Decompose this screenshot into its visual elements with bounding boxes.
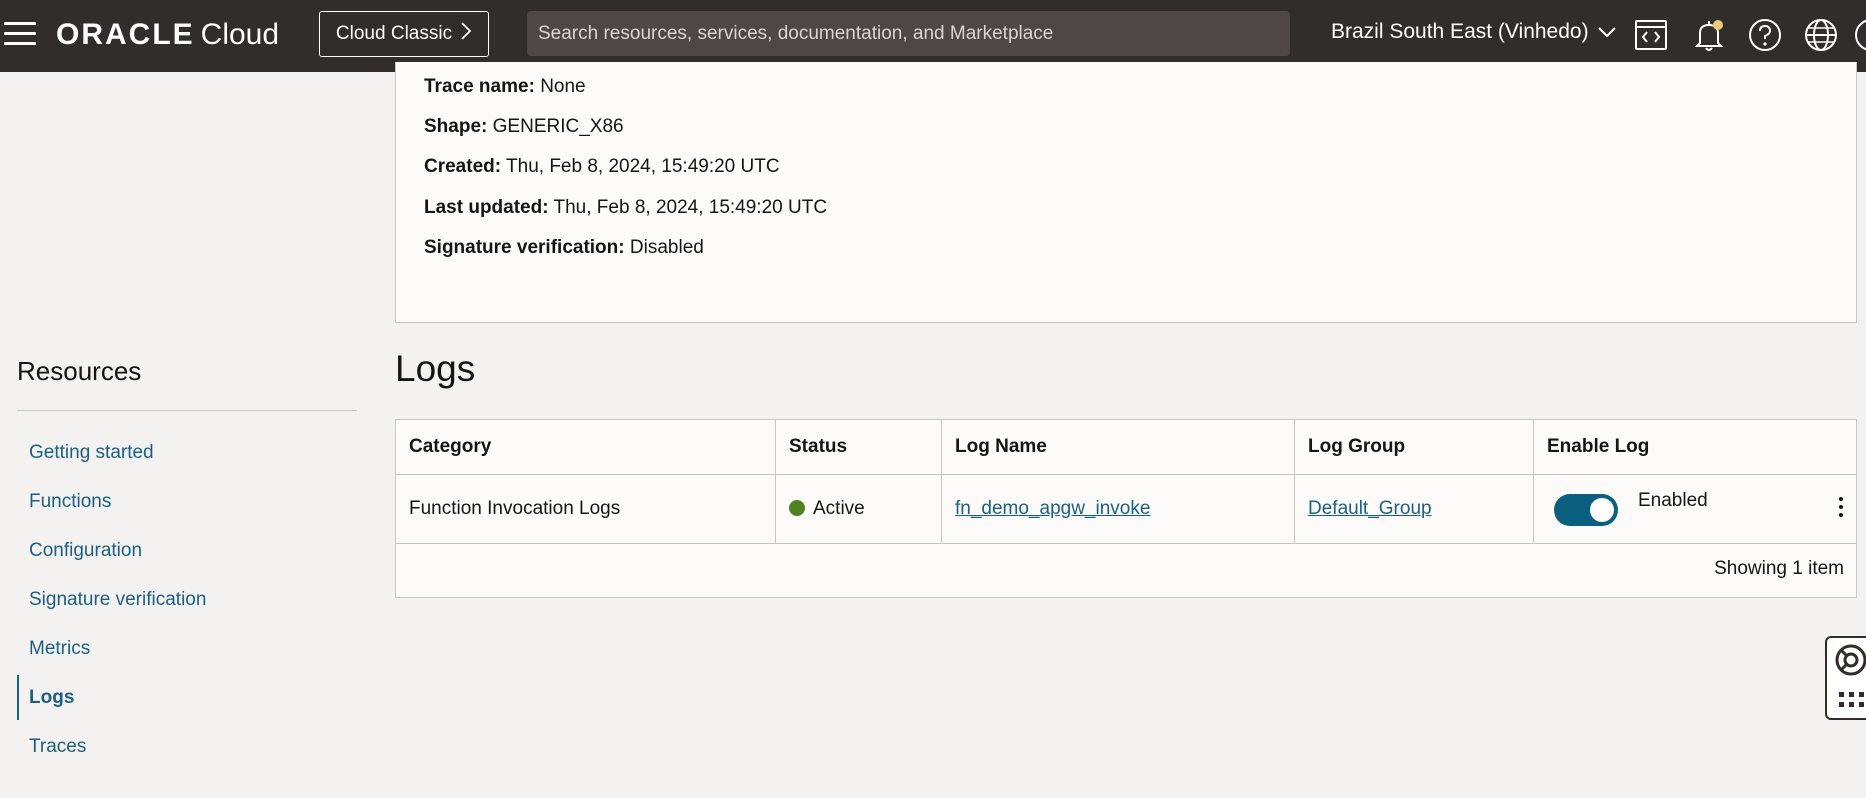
cell-status: Active — [776, 475, 942, 543]
detail-label: Trace name: — [424, 76, 535, 97]
detail-label: Signature verification: — [424, 237, 625, 258]
cloud-classic-button[interactable]: Cloud Classic — [319, 11, 489, 57]
enable-log-label: Enabled — [1638, 490, 1708, 511]
resources-heading: Resources — [17, 356, 142, 386]
log-name-link[interactable]: fn_demo_apgw_invoke — [955, 498, 1150, 519]
oracle-cloud-logo[interactable]: ORACLE Cloud — [56, 18, 279, 52]
detail-value: Disabled — [629, 237, 704, 258]
cell-enable-log: Enabled — [1534, 475, 1856, 543]
column-header-enable-log: Enable Log — [1547, 436, 1650, 457]
bell-icon[interactable] — [1690, 16, 1728, 54]
help-icon[interactable] — [1746, 16, 1784, 54]
table-item-count: Showing 1 item — [1714, 558, 1844, 579]
chevron-right-icon — [460, 21, 472, 47]
region-selector[interactable]: Brazil South East (Vinhedo) — [1331, 20, 1617, 44]
profile-icon[interactable] — [1852, 16, 1866, 54]
detail-label: Created: — [424, 156, 502, 177]
logo-oracle-text: ORACLE — [56, 18, 195, 51]
detail-value: None — [540, 76, 586, 97]
cell-category: Function Invocation Logs — [396, 475, 776, 543]
detail-value: GENERIC_X86 — [492, 116, 624, 137]
code-editor-icon[interactable] — [1632, 16, 1670, 54]
detail-label: Shape: — [424, 116, 488, 137]
resources-item-configuration[interactable]: Configuration — [17, 526, 357, 575]
table-row: Function Invocation Logs Active fn_demo_… — [396, 475, 1856, 544]
globe-icon[interactable] — [1802, 16, 1840, 54]
detail-value: Thu, Feb 8, 2024, 15:49:20 UTC — [553, 197, 828, 218]
help-widget[interactable] — [1825, 636, 1866, 720]
detail-shape: Shape: GENERIC_X86 — [424, 116, 624, 138]
menu-icon[interactable] — [4, 22, 36, 48]
search-input[interactable] — [538, 22, 1290, 45]
resources-item-signature-verification[interactable]: Signature verification — [17, 575, 357, 624]
column-header-category: Category — [396, 420, 776, 474]
table-header: Category Status Log Name Log Group Enabl… — [396, 420, 1856, 475]
resources-item-traces[interactable]: Traces — [17, 722, 357, 771]
region-label: Brazil South East (Vinhedo) — [1331, 20, 1589, 43]
resources-item-getting-started[interactable]: Getting started — [17, 428, 357, 477]
detail-value: Thu, Feb 8, 2024, 15:49:20 UTC — [506, 156, 780, 177]
cloud-classic-label: Cloud Classic — [335, 23, 453, 44]
global-search[interactable] — [527, 11, 1290, 56]
log-group-link[interactable]: Default_Group — [1308, 498, 1432, 519]
logo-cloud-text: Cloud — [200, 18, 280, 51]
detail-trace-name: Trace name: None — [424, 76, 586, 98]
resources-item-metrics[interactable]: Metrics — [17, 624, 357, 673]
column-header-log-group: Log Group — [1295, 420, 1534, 474]
enable-log-toggle[interactable] — [1554, 494, 1618, 526]
lifebuoy-icon — [1835, 644, 1866, 707]
status-active-dot — [789, 500, 805, 516]
logs-heading: Logs — [395, 348, 476, 389]
cell-log-group: Default_Group — [1295, 475, 1534, 543]
resources-item-functions[interactable]: Functions — [17, 477, 357, 526]
toggle-knob — [1590, 498, 1614, 522]
chevron-down-icon — [1597, 20, 1617, 44]
notification-dot — [1713, 20, 1723, 30]
detail-created: Created: Thu, Feb 8, 2024, 15:49:20 UTC — [424, 156, 780, 178]
column-header-status: Status — [776, 420, 942, 474]
cell-log-name: fn_demo_apgw_invoke — [942, 475, 1295, 543]
logs-table: Category Status Log Name Log Group Enabl… — [395, 419, 1857, 598]
resources-nav: Getting started Functions Configuration … — [17, 428, 357, 771]
function-details-card: Trace name: None Shape: GENERIC_X86 Crea… — [395, 62, 1857, 323]
detail-signature-verification: Signature verification: Disabled — [424, 237, 704, 259]
detail-label: Last updated: — [424, 197, 549, 218]
resources-item-logs[interactable]: Logs — [17, 673, 357, 722]
column-header-log-name: Log Name — [942, 420, 1295, 474]
detail-last-updated: Last updated: Thu, Feb 8, 2024, 15:49:20… — [424, 197, 827, 219]
resources-divider — [17, 410, 357, 411]
status-label: Active — [813, 498, 865, 519]
row-actions-kebab-icon[interactable] — [1836, 497, 1846, 523]
